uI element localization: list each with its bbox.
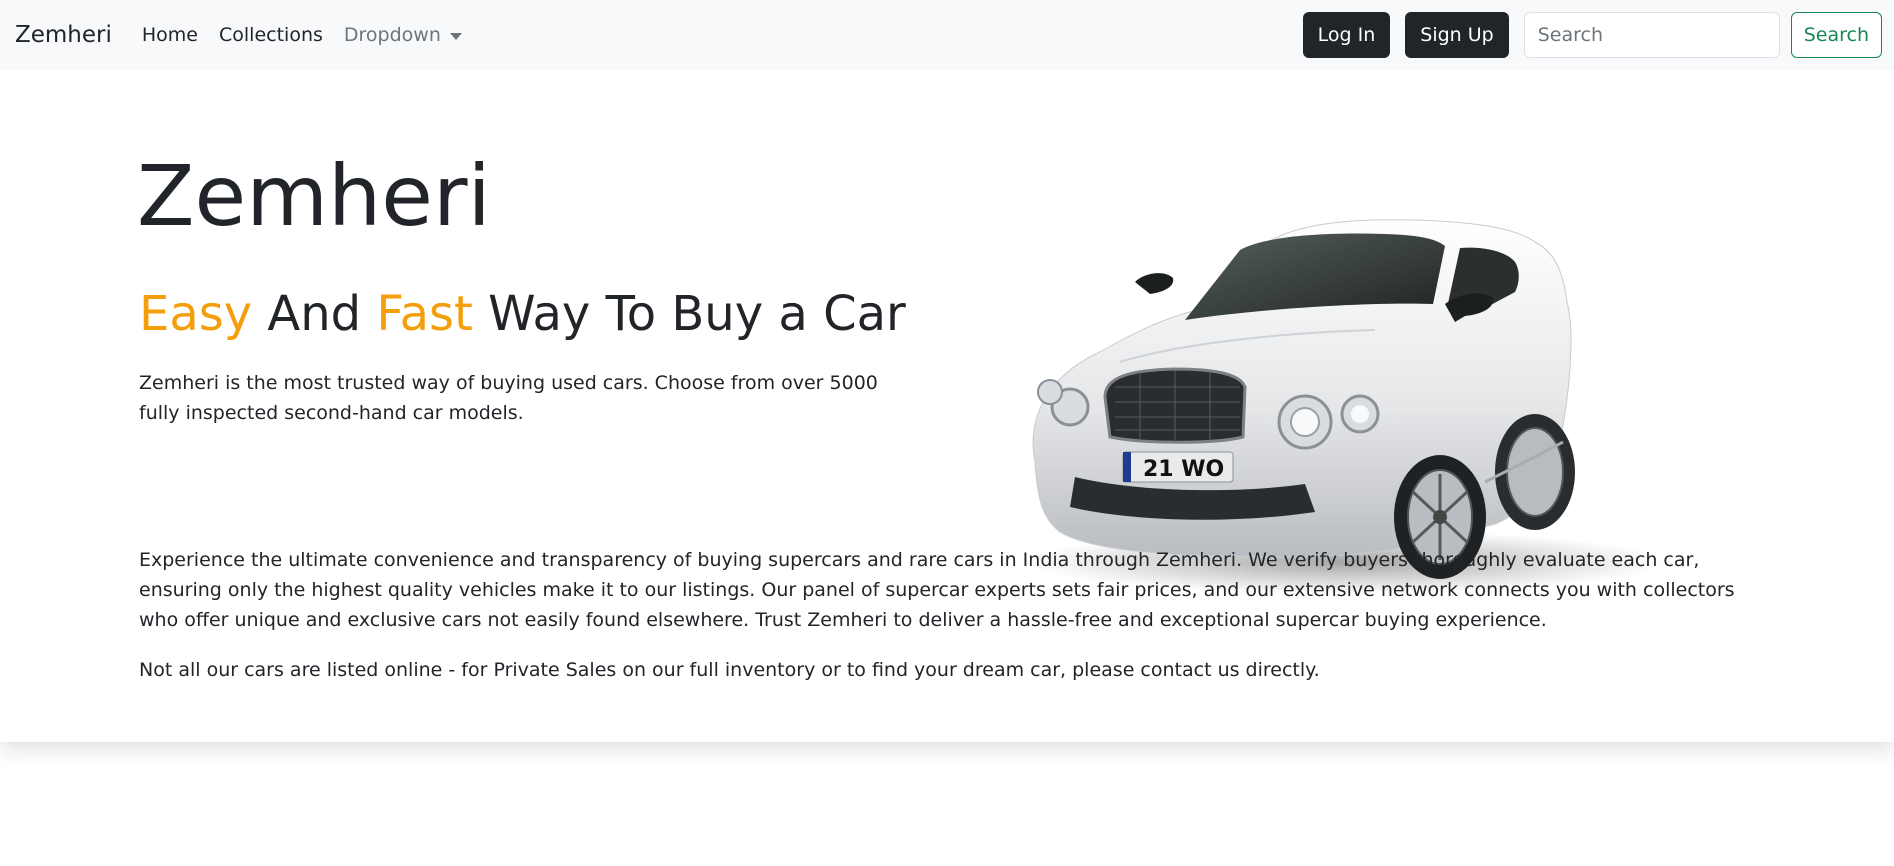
car-image: 21 WO bbox=[1025, 219, 1665, 594]
search-button[interactable]: Search bbox=[1790, 12, 1882, 58]
signup-button[interactable]: Sign Up bbox=[1405, 12, 1509, 58]
search-input[interactable] bbox=[1523, 12, 1780, 58]
caret-down-icon bbox=[449, 32, 462, 40]
tagline-rest: Way To Buy a Car bbox=[472, 286, 906, 342]
nav-dropdown[interactable]: Dropdown bbox=[344, 24, 462, 46]
brand-logo[interactable]: Zemheri bbox=[15, 22, 112, 48]
license-plate-text: 21 WO bbox=[1143, 457, 1224, 482]
about-paragraph: Experience the ultimate convenience and … bbox=[139, 549, 1735, 631]
navbar: Zemheri Home Collections Dropdown Log In… bbox=[0, 0, 1894, 70]
hero-section: Zemheri Easy And Fast Way To Buy a Car Z… bbox=[0, 70, 1894, 742]
login-button[interactable]: Log In bbox=[1302, 12, 1391, 58]
tagline-and: And bbox=[252, 286, 377, 342]
tagline-easy: Easy bbox=[139, 286, 253, 342]
nav-home[interactable]: Home bbox=[142, 24, 198, 46]
hero-title: Zemheri bbox=[137, 147, 491, 245]
nav-dropdown-label: Dropdown bbox=[343, 24, 441, 46]
nav-actions: Log In Sign Up Search bbox=[1302, 12, 1882, 58]
tagline-fast: Fast bbox=[376, 286, 473, 342]
hero-lead: Zemheri is the most trusted way of buyin… bbox=[139, 372, 878, 424]
nav-collections[interactable]: Collections bbox=[219, 24, 323, 46]
hero-tagline: Easy And Fast Way To Buy a Car bbox=[139, 288, 906, 341]
private-sales-paragraph: Not all our cars are listed online - for… bbox=[139, 659, 1320, 681]
